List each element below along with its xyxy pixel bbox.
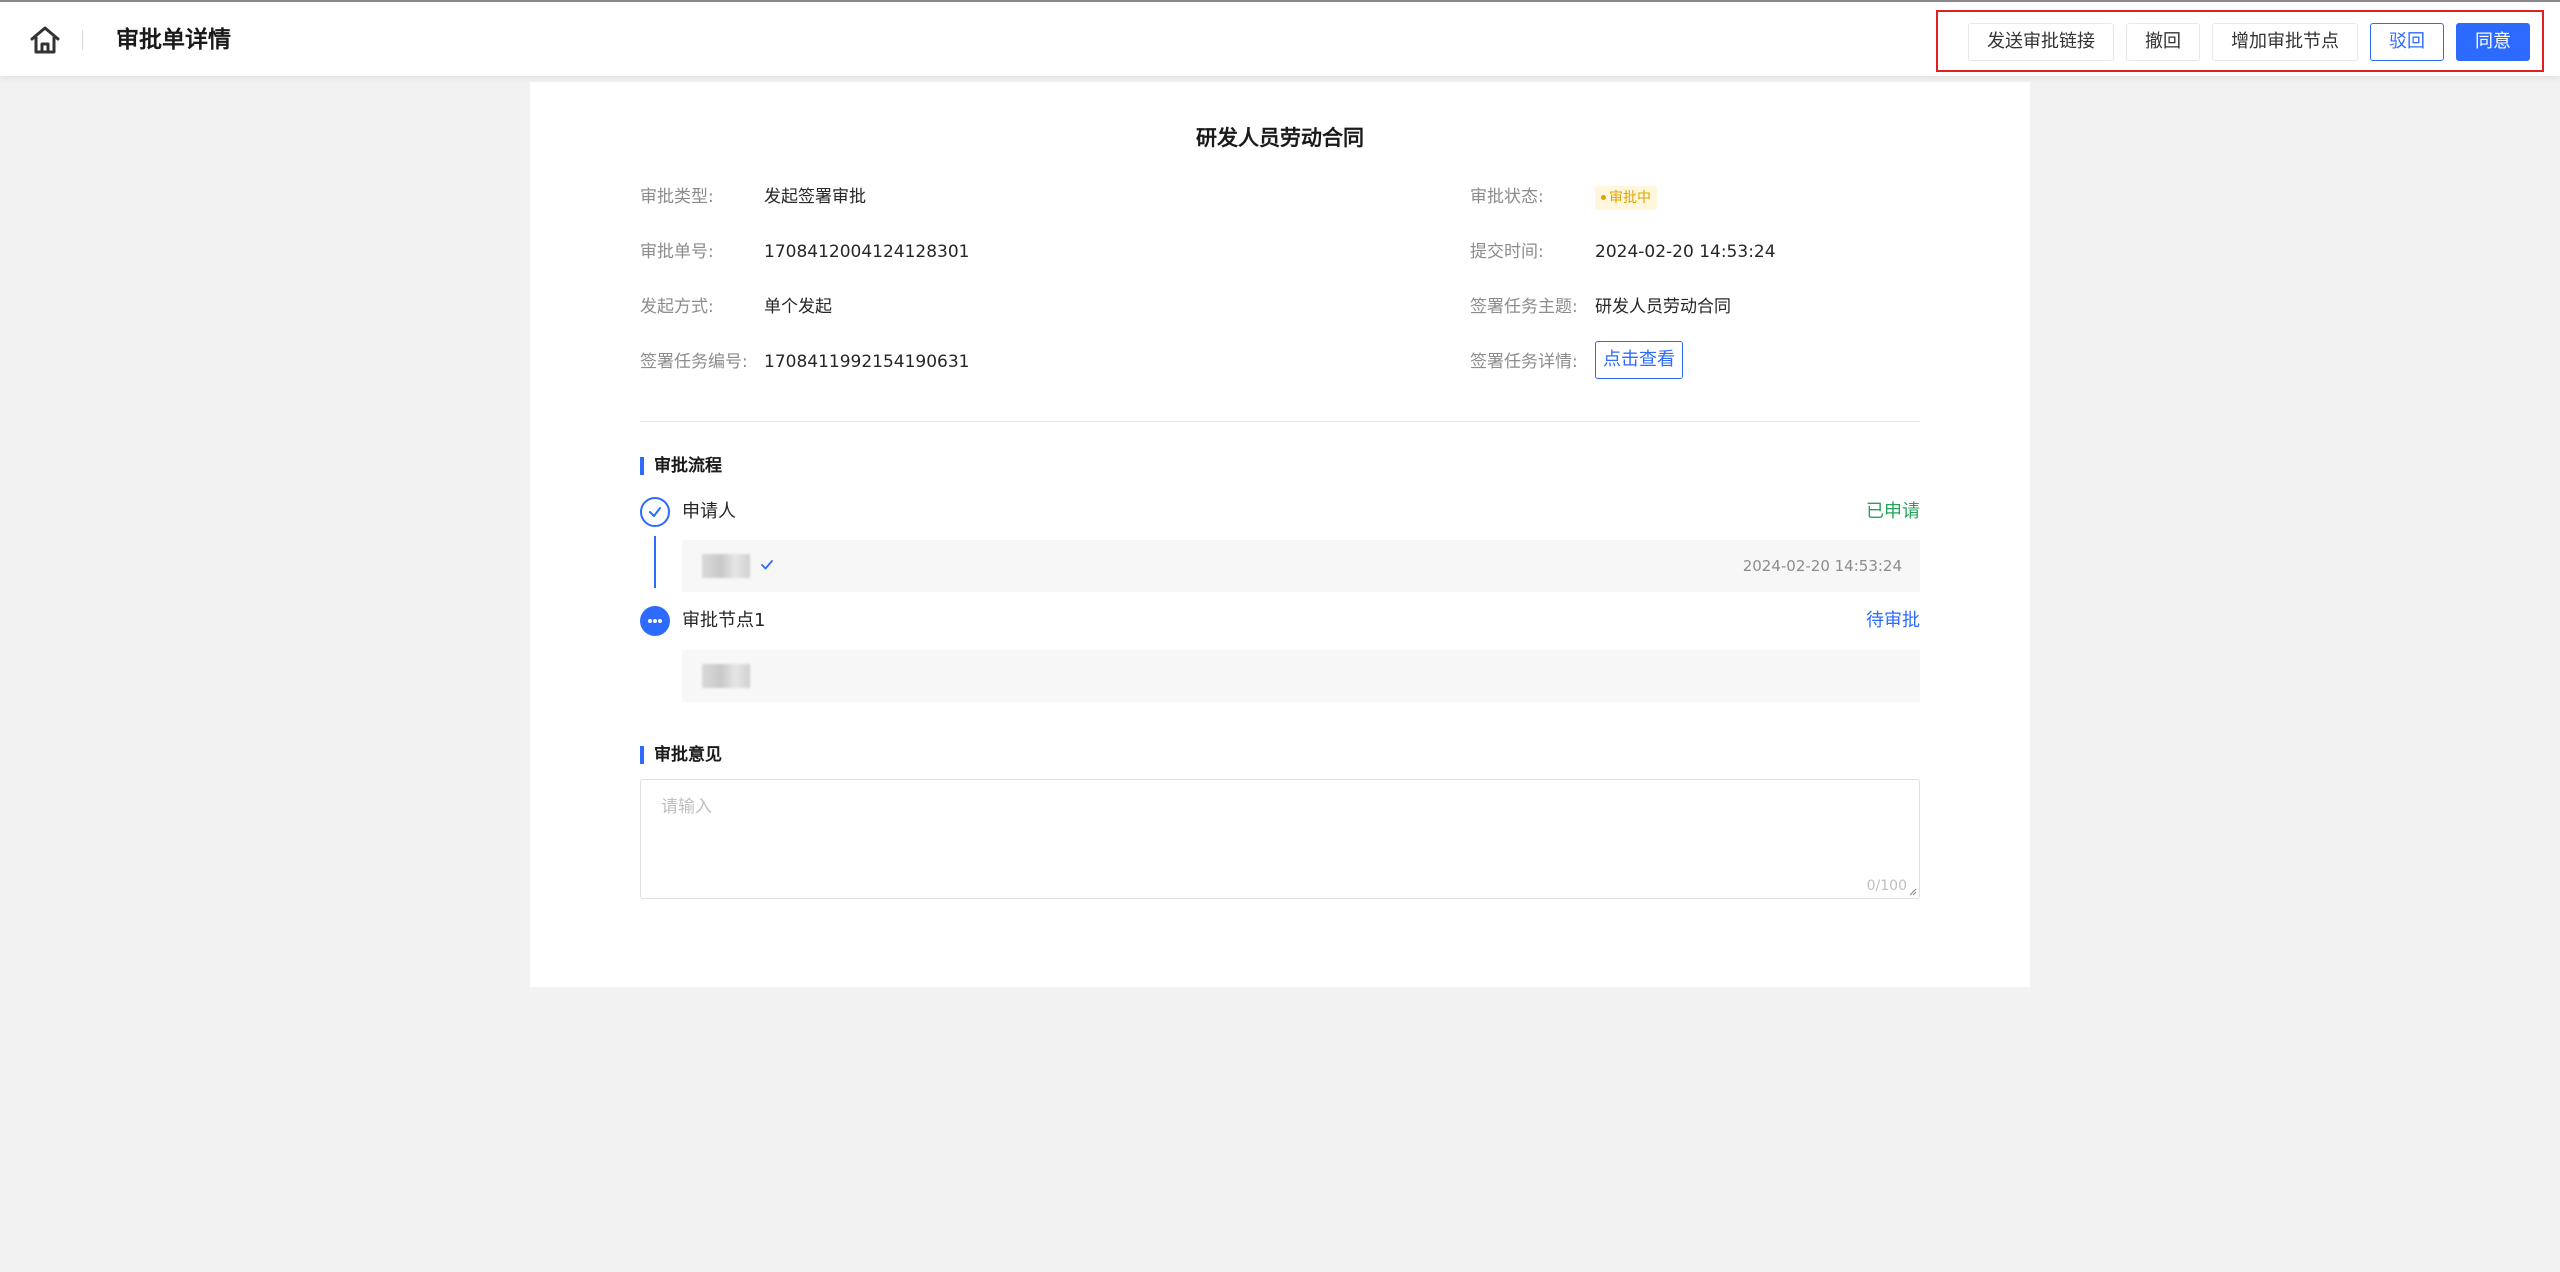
status-badge: 审批中 (1595, 186, 1657, 210)
submit-time-value: 2024-02-20 14:53:24 (1595, 242, 1776, 262)
step-applicant-time: 2024-02-20 14:53:24 (1742, 557, 1902, 575)
detail-card: 研发人员劳动合同 审批类型: 发起签署审批 审批单号: 170841200412… (530, 82, 2030, 987)
task-subject-value: 研发人员劳动合同 (1595, 297, 1731, 317)
add-approval-node-button[interactable]: 增加审批节点 (2212, 23, 2358, 61)
section-divider (640, 421, 1920, 422)
signed-check-icon (761, 560, 773, 570)
approve-button[interactable]: 同意 (2456, 23, 2530, 61)
approval-type-value: 发起签署审批 (764, 187, 866, 207)
resize-grip-icon[interactable] (1907, 886, 1917, 896)
approval-status-label: 审批状态: (1470, 187, 1544, 207)
task-subject-label: 签署任务主题: (1470, 297, 1578, 317)
timeline-connector (654, 536, 656, 588)
opinion-char-count: 0/100 (1866, 878, 1907, 894)
approval-opinion-title: 审批意见 (640, 744, 722, 766)
approver-avatar-blurred (702, 664, 750, 688)
step-applicant-status: 已申请 (1866, 501, 1920, 522)
header-divider (82, 30, 83, 50)
initiate-method-value: 单个发起 (764, 297, 832, 317)
task-number-value: 1708411992154190631 (764, 352, 970, 372)
approval-flow-title: 审批流程 (640, 455, 722, 477)
task-number-label: 签署任务编号: (640, 352, 748, 372)
applicant-avatar-blurred (702, 554, 750, 578)
top-bar: 审批单详情 发送审批链接 撤回 增加审批节点 驳回 同意 (0, 0, 2560, 76)
status-badge-text: 审批中 (1609, 190, 1651, 206)
step-node1-status: 待审批 (1866, 610, 1920, 631)
step-applicant-detail: 2024-02-20 14:53:24 (682, 540, 1920, 592)
page-title: 审批单详情 (116, 27, 231, 53)
reject-button[interactable]: 驳回 (2370, 23, 2444, 61)
approval-number-label: 审批单号: (640, 242, 714, 262)
more-dots-icon (640, 606, 670, 636)
home-icon[interactable] (28, 24, 62, 56)
step-node1-detail (682, 650, 1920, 702)
approval-type-label: 审批类型: (640, 187, 714, 207)
approval-number-value: 1708412004124128301 (764, 242, 970, 262)
check-circle-icon (640, 497, 670, 527)
view-task-detail-button[interactable]: 点击查看 (1595, 341, 1683, 379)
initiate-method-label: 发起方式: (640, 297, 714, 317)
send-approval-link-button[interactable]: 发送审批链接 (1968, 23, 2114, 61)
action-button-group: 发送审批链接 撤回 增加审批节点 驳回 同意 (1936, 10, 2544, 72)
opinion-placeholder: 请输入 (661, 797, 712, 817)
task-detail-label: 签署任务详情: (1470, 352, 1578, 372)
withdraw-button[interactable]: 撤回 (2126, 23, 2200, 61)
opinion-textarea[interactable]: 请输入 0/100 (640, 779, 1920, 899)
step-node1-name: 审批节点1 (682, 610, 766, 631)
step-applicant-name: 申请人 (682, 501, 736, 522)
document-title: 研发人员劳动合同 (1196, 126, 1364, 150)
submit-time-label: 提交时间: (1470, 242, 1544, 262)
